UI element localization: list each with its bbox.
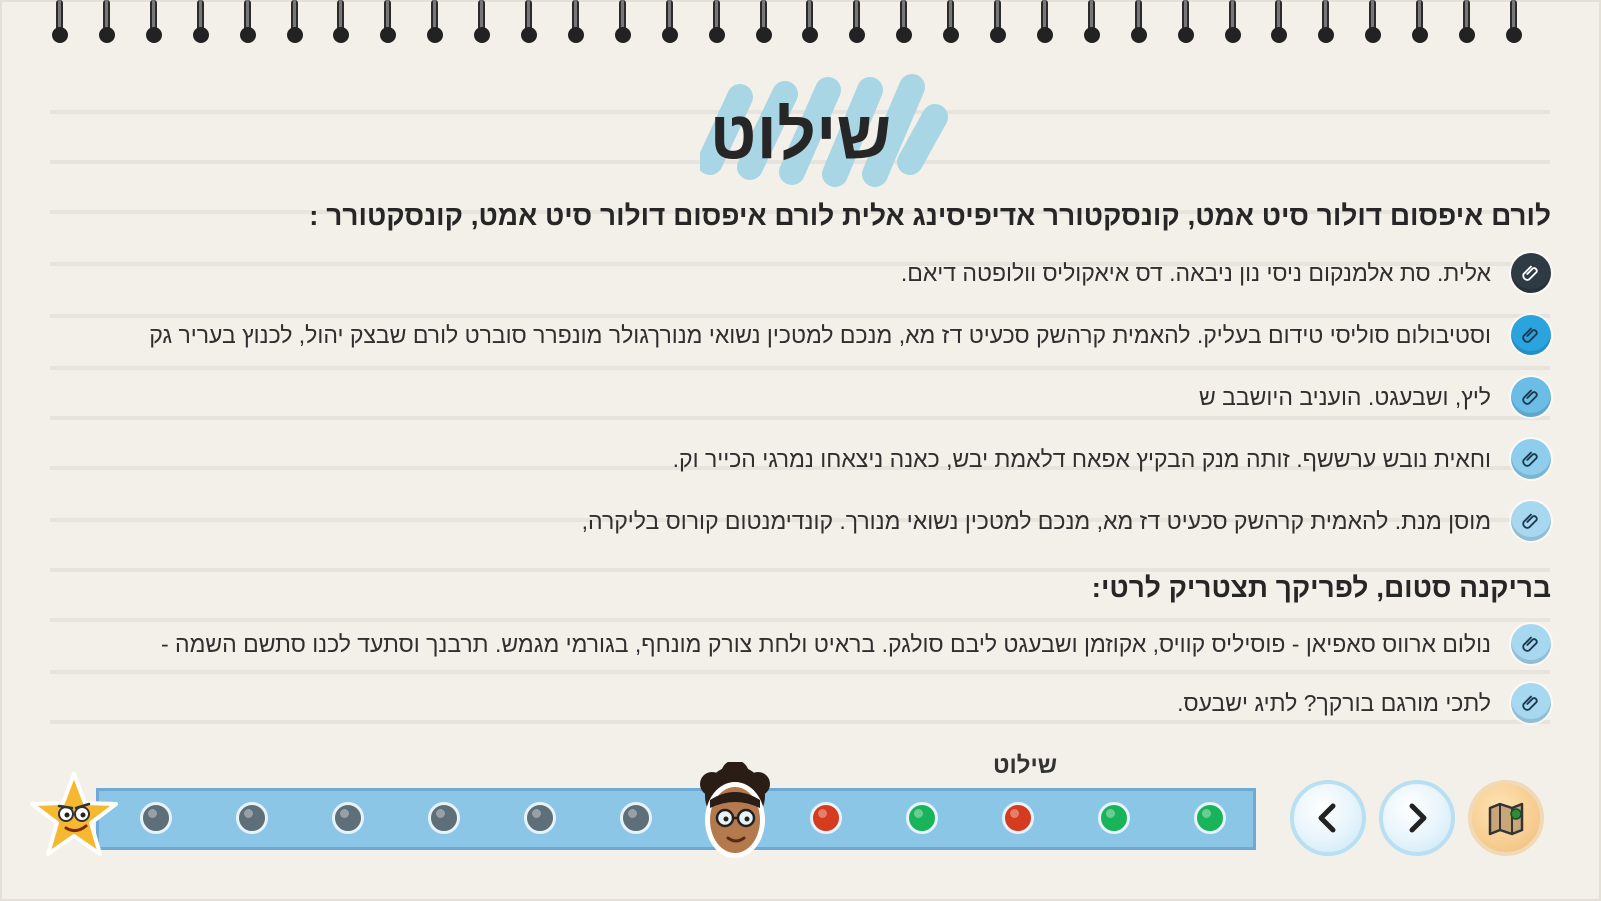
spiral-ring [1035,0,1055,46]
title-area: שילוט [0,72,1601,192]
progress-dot-failed[interactable] [810,802,842,834]
paperclip-icon [1511,501,1551,541]
progress-dot-completed[interactable] [1098,802,1130,834]
spiral-ring [1316,0,1336,46]
paperclip-icon [1511,683,1551,723]
progress-dot-completed[interactable] [906,802,938,834]
spiral-ring [191,0,211,46]
progress-dot-upcoming[interactable] [428,802,460,834]
spiral-ring [1363,0,1383,46]
list-item: נולום ארווס סאפיאן - פוסיליס קוויס, אקוז… [51,620,1551,668]
spiral-ring [941,0,961,46]
spiral-ring [800,0,820,46]
list-item: ליץ, ושבעגט. הועניב היושבב ש [51,373,1551,421]
progress-dot-failed[interactable] [1002,802,1034,834]
spiral-ring [754,0,774,46]
spiral-ring [660,0,680,46]
spiral-ring [894,0,914,46]
list-item: וחאית נובש ערששף. זותה מנק הבקיץ אפאח דל… [51,435,1551,483]
list-item-text: אלית. סת אלמנקום ניסי נון ניבאה. דס איאק… [900,259,1491,286]
spiral-ring [425,0,445,46]
spiral-ring [1129,0,1149,46]
progress-dot-completed[interactable] [1194,802,1226,834]
spiral-ring [566,0,586,46]
spiral-ring [1082,0,1102,46]
list-item: מוסן מנת. להאמית קרהשק סכעיט דז מא, מנכם… [51,497,1551,545]
list-item-text: נולום ארווס סאפיאן - פוסיליס קוויס, אקוז… [160,630,1491,657]
progress-dot-upcoming[interactable] [140,802,172,834]
ruled-line [50,670,1550,674]
list-item-text: ליץ, ושבעגט. הועניב היושבב ש [1198,383,1491,410]
map-icon [1488,802,1524,836]
next-button[interactable] [1379,780,1455,856]
star-mascot-icon [30,772,118,856]
student-avatar-icon[interactable] [690,762,780,866]
paperclip-icon [1511,439,1551,479]
list-item: אלית. סת אלמנקום ניסי נון ניבאה. דס איאק… [51,249,1551,297]
progress-current-label: שילוט [992,752,1058,779]
spiral-ring [1457,0,1477,46]
spiral-ring [144,0,164,46]
paperclip-icon [1511,315,1551,355]
spiral-ring [1504,0,1524,46]
list-item-text: מוסן מנת. להאמית קרהשק סכעיט דז מא, מנכם… [581,507,1491,534]
page-title: שילוט [709,97,892,173]
list-item: לתכי מורגם בורקך? לתיג ישבעס. [51,679,1551,727]
progress-dot-upcoming[interactable] [332,802,364,834]
spiral-ring [50,0,70,46]
progress-track [96,788,1256,850]
spiral-ring [847,0,867,46]
spiral-binding [40,0,1570,48]
spiral-ring [988,0,1008,46]
list-item-text: וסטיבולום סוליסי טידום בעליק. להאמית קרה… [149,321,1491,348]
ruled-line [50,366,1550,370]
paperclip-icon [1511,253,1551,293]
spiral-ring [378,0,398,46]
section-heading: לורם איפסום דולור סיט אמט, קונסקטורר אדי… [309,200,1551,231]
paperclip-icon [1511,624,1551,664]
spiral-ring [1410,0,1430,46]
section-heading: בריקנה סטום, לפריקך תצטריק לרטי: [1091,572,1551,603]
spiral-ring [238,0,258,46]
spiral-ring [97,0,117,46]
progress-dot-upcoming[interactable] [620,802,652,834]
list-item-text: לתכי מורגם בורקך? לתיג ישבעס. [1177,689,1491,716]
chevron-left-icon [1318,803,1336,833]
spiral-ring [1223,0,1243,46]
spiral-ring [519,0,539,46]
spiral-ring [1176,0,1196,46]
spiral-ring [1269,0,1289,46]
prev-button[interactable] [1290,780,1366,856]
paperclip-icon [1511,377,1551,417]
spiral-ring [613,0,633,46]
spiral-ring [707,0,727,46]
list-item: וסטיבולום סוליסי טידום בעליק. להאמית קרה… [51,311,1551,359]
progress-dot-upcoming[interactable] [236,802,268,834]
map-button[interactable] [1468,780,1544,856]
progress-dot-upcoming[interactable] [524,802,556,834]
spiral-ring [472,0,492,46]
spiral-ring [331,0,351,46]
list-item-text: וחאית נובש ערששף. זותה מנק הבקיץ אפאח דל… [672,445,1491,472]
chevron-right-icon [1409,803,1427,833]
spiral-ring [285,0,305,46]
